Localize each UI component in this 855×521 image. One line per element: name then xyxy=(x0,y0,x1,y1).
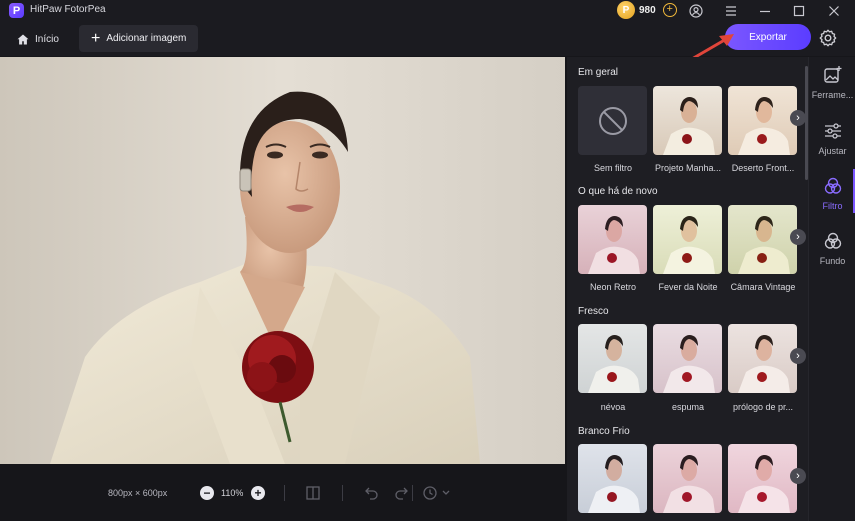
add-credits-icon[interactable]: + xyxy=(662,3,677,17)
filter-label: Fever da Noite xyxy=(658,282,718,292)
filter-label: Neon Retro xyxy=(589,282,637,292)
settings-gear-icon[interactable] xyxy=(818,28,838,48)
rail-item-background[interactable]: Fundo xyxy=(809,225,855,275)
next-arrow-icon[interactable]: › xyxy=(790,229,806,245)
rail-item-filter[interactable]: Filtro xyxy=(809,170,855,220)
add-image-button[interactable]: + Adicionar imagem xyxy=(79,25,198,52)
section-title: Em geral xyxy=(578,67,619,78)
filter-label: prólogo de pr... xyxy=(732,402,794,412)
sliders-icon xyxy=(823,121,843,141)
credit-count: 980 xyxy=(639,4,656,16)
filter-thumb[interactable] xyxy=(653,324,722,393)
menu-icon[interactable] xyxy=(723,3,739,19)
background-circles-icon xyxy=(823,231,843,251)
close-icon[interactable] xyxy=(826,3,842,19)
redo-icon[interactable] xyxy=(392,484,410,502)
canvas-bottom-bar: 800px × 600px − 110% + xyxy=(0,464,565,521)
zoom-level: 110% xyxy=(221,488,244,498)
filter-thumb[interactable] xyxy=(578,324,647,393)
filter-label: Projeto Manha... xyxy=(654,163,722,173)
filter-thumb[interactable] xyxy=(653,86,722,155)
image-canvas[interactable] xyxy=(0,57,565,464)
filter-thumb[interactable] xyxy=(653,444,722,513)
right-tool-rail: Ferrame... Ajustar Filtro Fundo xyxy=(808,57,855,521)
account-icon[interactable] xyxy=(688,3,704,19)
home-icon xyxy=(17,34,29,44)
divider xyxy=(412,485,413,501)
rail-label: Ferrame... xyxy=(811,90,854,100)
no-filter-icon xyxy=(598,106,627,135)
compare-split-icon[interactable] xyxy=(304,484,322,502)
add-image-label: Adicionar imagem xyxy=(106,33,187,44)
section-title: Branco Frio xyxy=(578,426,630,437)
filter-panel: Em geral › Sem filtro Projeto Manha... D… xyxy=(567,57,808,521)
zoom-in-button[interactable]: + xyxy=(251,486,265,500)
rail-item-tools[interactable]: Ferrame... xyxy=(809,59,855,109)
filter-label: névoa xyxy=(600,402,626,412)
next-arrow-icon[interactable]: › xyxy=(790,348,806,364)
divider xyxy=(284,485,285,501)
image-size-label: 800px × 600px xyxy=(108,488,168,498)
section-title: Fresco xyxy=(578,306,609,317)
title-bar: P HitPaw FotorPea P 980 + xyxy=(0,0,855,22)
magic-image-icon xyxy=(823,65,843,85)
home-button[interactable]: Início xyxy=(11,28,65,50)
rail-label: Ajustar xyxy=(818,146,847,156)
filter-label: Câmara Vintage xyxy=(730,282,796,292)
zoom-out-button[interactable]: − xyxy=(200,486,214,500)
filter-thumb[interactable] xyxy=(578,205,647,274)
credits-widget[interactable]: P 980 + xyxy=(617,1,677,19)
rail-item-adjust[interactable]: Ajustar xyxy=(809,115,855,165)
filter-thumb[interactable] xyxy=(728,86,797,155)
app-logo: P xyxy=(9,3,24,18)
next-arrow-icon[interactable]: › xyxy=(790,468,806,484)
filter-thumb[interactable] xyxy=(578,444,647,513)
history-icon[interactable] xyxy=(421,484,453,502)
filter-circles-icon xyxy=(823,176,843,196)
rail-label: Fundo xyxy=(819,256,846,266)
app-title: HitPaw FotorPea xyxy=(30,4,106,15)
filter-label: Sem filtro xyxy=(593,163,632,173)
filter-thumb[interactable] xyxy=(728,444,797,513)
filter-thumb-none[interactable] xyxy=(578,86,647,155)
filter-thumb[interactable] xyxy=(728,324,797,393)
filter-label: espuma xyxy=(671,402,705,412)
next-arrow-icon[interactable]: › xyxy=(790,110,806,126)
undo-icon[interactable] xyxy=(363,484,381,502)
coin-icon: P xyxy=(617,1,635,19)
divider xyxy=(342,485,343,501)
filter-thumb[interactable] xyxy=(728,205,797,274)
plus-icon: + xyxy=(91,29,101,47)
filter-label: Deserto Front... xyxy=(731,163,795,173)
maximize-icon[interactable] xyxy=(791,3,807,19)
home-label: Início xyxy=(35,33,59,45)
rail-label: Filtro xyxy=(822,201,843,211)
portrait-photo xyxy=(0,57,565,464)
section-title: O que há de novo xyxy=(578,186,658,197)
filter-thumb[interactable] xyxy=(653,205,722,274)
minimize-icon[interactable] xyxy=(757,3,773,19)
